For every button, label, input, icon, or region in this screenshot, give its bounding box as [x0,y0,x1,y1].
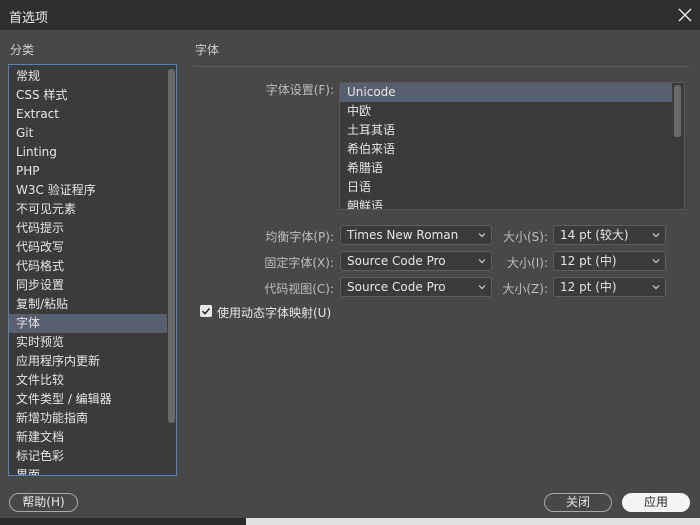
encoding-item[interactable]: 土耳其语 [340,121,672,140]
category-item[interactable]: CSS 样式 [9,86,167,105]
dynamic-mapping-label[interactable]: 使用动态字体映射(U) [217,304,331,321]
category-item[interactable]: 代码改写 [9,238,167,257]
proportional-size-value: 14 pt (较大) [560,228,629,242]
category-item[interactable]: Linting [9,143,167,162]
chevron-down-icon [478,259,486,264]
codeview-font-value: Source Code Pro [347,280,446,294]
category-item[interactable]: 代码提示 [9,219,167,238]
category-item[interactable]: Extract [9,105,167,124]
codeview-font-select[interactable]: Source Code Pro [340,277,492,297]
encoding-scrollbar[interactable] [674,85,681,137]
proportional-size-label: 大小(S): [502,230,548,244]
encoding-item-selected[interactable]: Unicode [340,83,672,102]
chevron-down-icon [652,259,660,264]
help-button[interactable]: 帮助(H) [9,493,78,512]
chevron-down-icon [478,285,486,290]
codeview-size-value: 12 pt (中) [560,280,617,294]
chevron-down-icon [652,285,660,290]
category-item[interactable]: 实时预览 [9,333,167,352]
encoding-item[interactable]: 希伯来语 [340,140,672,159]
category-item[interactable]: 标记色彩 [9,447,167,466]
category-item[interactable]: 界面 [9,466,167,475]
apply-button[interactable]: 应用 [622,493,690,512]
title-bar [0,0,700,30]
category-item[interactable]: 代码格式 [9,257,167,276]
dynamic-mapping-checkbox[interactable] [200,305,212,317]
category-list[interactable]: 常规 CSS 样式 Extract Git Linting PHP W3C 验证… [8,64,177,476]
encoding-item[interactable]: 日语 [340,178,672,197]
encoding-label: 字体设置(F): [265,83,334,97]
fixed-font-select[interactable]: Source Code Pro [340,251,492,271]
category-item[interactable]: Git [9,124,167,143]
category-item[interactable]: 同步设置 [9,276,167,295]
encoding-list[interactable]: Unicode 中欧 土耳其语 希伯来语 希腊语 日语 朝鲜语 [339,82,685,210]
category-item[interactable]: 不可见元素 [9,200,167,219]
category-heading: 分类 [10,43,35,57]
category-item-selected[interactable]: 字体 [9,314,167,333]
close-icon[interactable] [676,6,694,24]
category-item[interactable]: PHP [9,162,167,181]
window-title: 首选项 [9,11,49,26]
fixed-size-select[interactable]: 12 pt (中) [553,251,666,271]
proportional-font-value: Times New Roman [347,228,459,242]
category-item[interactable]: 应用程序内更新 [9,352,167,371]
encoding-item[interactable]: 希腊语 [340,159,672,178]
codeview-size-select[interactable]: 12 pt (中) [553,277,666,297]
fixed-size-label: 大小(I): [507,256,548,270]
category-item[interactable]: W3C 验证程序 [9,181,167,200]
close-button[interactable]: 关闭 [544,493,612,512]
fixed-font-value: Source Code Pro [347,254,446,268]
codeview-size-label: 大小(Z): [502,282,548,296]
category-item[interactable]: 常规 [9,67,167,86]
proportional-font-select[interactable]: Times New Roman [340,225,492,245]
chevron-down-icon [478,233,486,238]
category-item[interactable]: 新增功能指南 [9,409,167,428]
fixed-size-value: 12 pt (中) [560,254,617,268]
category-scrollbar[interactable] [168,69,175,423]
section-divider [194,66,690,67]
fixed-font-label: 固定字体(X): [264,256,334,270]
encoding-item[interactable]: 中欧 [340,102,672,121]
codeview-font-label: 代码视图(C): [264,282,334,296]
section-title: 字体 [195,43,220,57]
proportional-size-select[interactable]: 14 pt (较大) [553,225,666,245]
proportional-font-label: 均衡字体(P): [265,230,334,244]
category-item[interactable]: 复制/粘贴 [9,295,167,314]
category-item[interactable]: 文件类型 / 编辑器 [9,390,167,409]
encoding-item[interactable]: 朝鲜语 [340,197,672,209]
category-item[interactable]: 新建文档 [9,428,167,447]
category-item[interactable]: 文件比较 [9,371,167,390]
chevron-down-icon [652,233,660,238]
bottom-edge-light [246,518,700,525]
